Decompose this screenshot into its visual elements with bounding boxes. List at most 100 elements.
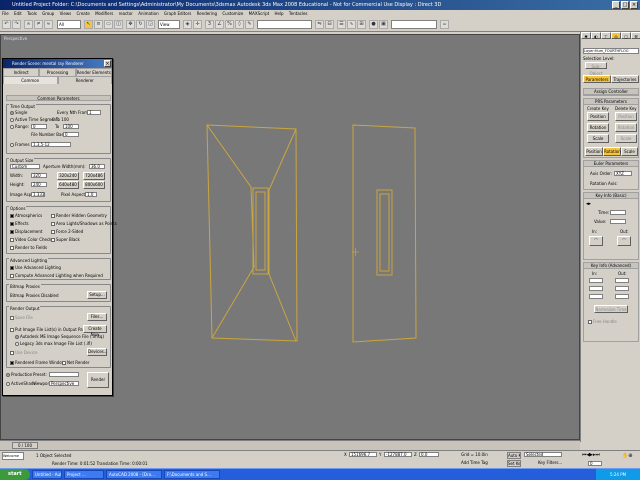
reference-coord-dropdown[interactable]: View xyxy=(158,20,180,29)
frames-field[interactable]: 1,3,5-12 xyxy=(31,142,71,147)
range-to-field[interactable]: 100 xyxy=(63,124,79,129)
out-tangent-icon[interactable]: ⌒ xyxy=(617,236,631,246)
net-render-checkbox[interactable] xyxy=(62,361,66,365)
files-button[interactable]: Files... xyxy=(87,313,107,321)
use-device-checkbox[interactable] xyxy=(10,351,14,355)
maximize-button[interactable]: □ xyxy=(621,1,629,9)
common-params-header[interactable]: Common Parameters xyxy=(6,95,111,101)
assign-controller-header[interactable]: Assign Controller xyxy=(584,89,638,95)
spinner-snap-icon[interactable]: ◊ xyxy=(235,20,244,29)
menu-reactor[interactable]: reactor xyxy=(117,11,135,16)
menu-modifiers[interactable]: Modifiers xyxy=(93,11,115,16)
hierarchy-tab-icon[interactable]: ⊤ xyxy=(601,32,611,39)
create-position-key-button[interactable]: Position xyxy=(587,112,609,121)
preset-800x600-button[interactable]: 800x600 xyxy=(83,181,105,189)
menu-views[interactable]: Views xyxy=(58,11,74,16)
time-field[interactable] xyxy=(610,210,626,215)
tab-render-elements[interactable]: Render Elements xyxy=(75,68,112,76)
delete-position-key-button[interactable]: Position xyxy=(615,112,637,121)
adv-out-x-field[interactable] xyxy=(615,278,629,283)
redo-icon[interactable]: ↷ xyxy=(12,20,21,29)
free-handle-checkbox[interactable] xyxy=(588,320,592,324)
y-coord-field[interactable]: -127887.0 xyxy=(384,452,412,457)
compute-adv-checkbox[interactable] xyxy=(10,274,14,278)
taskbar-item-documents[interactable]: F:\Documents and S... xyxy=(164,470,220,479)
create-now-button[interactable]: Create Now xyxy=(83,325,107,337)
edit-named-sel-icon[interactable]: ✎ xyxy=(245,20,254,29)
viewport-dropdown[interactable]: Perspective xyxy=(49,381,79,386)
time-slider-thumb[interactable]: 0 / 100 xyxy=(12,442,38,449)
unlink-icon[interactable]: ≠ xyxy=(34,20,43,29)
select-scale-icon[interactable]: ◲ xyxy=(146,20,155,29)
adv-out-y-field[interactable] xyxy=(615,286,629,291)
key-mode-dropdown[interactable]: Selected xyxy=(524,452,562,457)
key-nav-arrows-icon[interactable]: ◂▸ xyxy=(586,201,591,207)
legacy-radio[interactable] xyxy=(15,342,19,346)
menu-edit[interactable]: Edit xyxy=(12,11,24,16)
z-coord-field[interactable]: 0.0 xyxy=(419,452,439,457)
quick-render-icon[interactable]: ☕ xyxy=(440,20,449,29)
width-field[interactable]: 320 xyxy=(31,173,47,178)
select-rotate-icon[interactable]: ↻ xyxy=(136,20,145,29)
curve-editor-icon[interactable]: ∿ xyxy=(347,20,356,29)
preset-320x240-button[interactable]: 320x240 xyxy=(57,172,79,180)
undo-icon[interactable]: ↶ xyxy=(2,20,11,29)
minimize-button[interactable]: _ xyxy=(612,1,620,9)
menu-animation[interactable]: Animation xyxy=(136,11,160,16)
tab-common[interactable]: Common xyxy=(3,76,58,84)
pivot-center-icon[interactable]: ◈ xyxy=(183,20,192,29)
selection-filter-dropdown[interactable]: All xyxy=(57,20,81,29)
layer-manager-icon[interactable]: ☰ xyxy=(337,20,346,29)
viewport-nav-icon[interactable]: ✋⊕ xyxy=(622,452,638,468)
value-field[interactable] xyxy=(610,219,626,224)
image-aspect-field[interactable]: 1.333 xyxy=(31,192,45,197)
output-preset-dropdown[interactable]: Custom xyxy=(10,164,40,169)
preset-720x486-button[interactable]: 720x486 xyxy=(83,172,105,180)
taskbar-item-untitled[interactable]: Untitled - Autod... xyxy=(32,470,62,479)
pixel-aspect-field[interactable]: 1.0 xyxy=(85,192,97,197)
super-black-checkbox[interactable] xyxy=(51,238,55,242)
material-editor-icon[interactable]: ● xyxy=(369,20,378,29)
bind-space-warp-icon[interactable]: ≈ xyxy=(44,20,53,29)
key-info-adv-header[interactable]: Key Info (Advanced) xyxy=(584,263,638,269)
use-adv-lighting-checkbox[interactable] xyxy=(10,266,14,270)
preset-640x480-button[interactable]: 640x480 xyxy=(57,181,79,189)
range-radio[interactable] xyxy=(10,125,14,129)
assign-controller-rollout[interactable]: Assign Controller xyxy=(583,88,639,96)
put-image-checkbox[interactable] xyxy=(10,328,14,332)
dialog-close-button[interactable]: × xyxy=(104,60,111,67)
set-key-button[interactable]: Set Key xyxy=(507,460,521,467)
adv-in-y-field[interactable] xyxy=(589,286,603,291)
scale-tab[interactable]: Scale xyxy=(621,147,638,156)
sub-object-button[interactable]: Sub-Object xyxy=(585,62,607,76)
motion-tab-icon[interactable]: ◎ xyxy=(611,32,621,39)
add-time-tag-button[interactable]: Add Time Tag xyxy=(461,460,488,465)
render-button[interactable]: Render xyxy=(87,372,109,388)
range-from-field[interactable]: 0 xyxy=(31,124,47,129)
create-tab-icon[interactable]: ✱ xyxy=(581,32,591,39)
delete-scale-key-button[interactable]: Scale xyxy=(615,134,637,143)
tab-indirect-illumination[interactable]: Indirect Illumination xyxy=(3,68,40,83)
frames-radio[interactable] xyxy=(10,143,14,147)
position-tab[interactable]: Position xyxy=(585,147,603,156)
height-field[interactable]: 240 xyxy=(31,182,47,187)
snap-toggle-icon[interactable]: 3 xyxy=(205,20,214,29)
menu-group[interactable]: Group xyxy=(40,11,56,16)
start-button[interactable]: start xyxy=(0,469,30,480)
select-by-name-icon[interactable]: ≡ xyxy=(94,20,103,29)
normalize-time-button[interactable]: Normalize Time xyxy=(594,305,628,313)
preset-dropdown[interactable] xyxy=(49,372,79,377)
time-slider[interactable]: 0 / 100 xyxy=(0,440,580,450)
menu-maxscript[interactable]: MAXScript xyxy=(247,11,272,16)
area-lights-checkbox[interactable] xyxy=(51,222,55,226)
autodesk-me-radio[interactable] xyxy=(15,335,19,339)
named-selection-set-dropdown[interactable] xyxy=(257,20,312,29)
render-type-dropdown[interactable] xyxy=(391,20,437,29)
file-number-base-field[interactable]: 0 xyxy=(63,132,79,137)
link-icon[interactable]: ∞ xyxy=(24,20,33,29)
rect-selection-icon[interactable]: ▭ xyxy=(104,20,113,29)
tab-renderer[interactable]: Renderer xyxy=(57,76,112,84)
force-2sided-checkbox[interactable] xyxy=(51,230,55,234)
aperture-field[interactable]: 36.0 xyxy=(89,164,105,169)
render-hidden-checkbox[interactable] xyxy=(51,214,55,218)
